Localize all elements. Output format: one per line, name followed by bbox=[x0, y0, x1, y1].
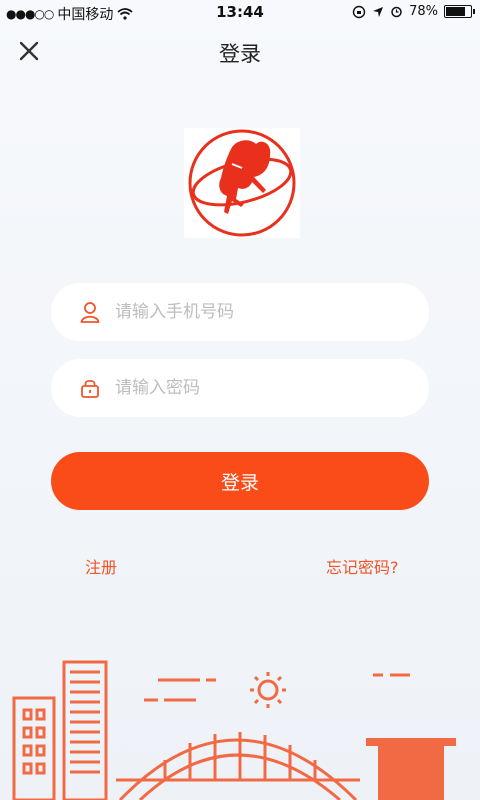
forgot-password-link[interactable]: 忘记密码? bbox=[326, 554, 399, 578]
password-field[interactable] bbox=[51, 359, 429, 417]
app-logo bbox=[184, 128, 300, 238]
lock-icon bbox=[81, 379, 99, 398]
city-illustration bbox=[12, 660, 456, 800]
status-right: 78% bbox=[352, 4, 475, 19]
location-icon bbox=[373, 6, 384, 17]
rotation-lock-icon bbox=[352, 5, 366, 18]
page-title: 登录 bbox=[219, 42, 261, 66]
battery-icon bbox=[444, 5, 475, 18]
register-link[interactable]: 注册 bbox=[85, 554, 117, 578]
alarm-icon bbox=[391, 6, 402, 18]
phone-input[interactable] bbox=[113, 301, 407, 323]
login-button[interactable]: 登录 bbox=[51, 452, 429, 510]
password-input[interactable] bbox=[113, 377, 407, 399]
phone-field[interactable] bbox=[51, 283, 429, 341]
nav-bar: 登录 bbox=[0, 30, 480, 74]
battery-percent: 78% bbox=[409, 4, 438, 19]
user-icon bbox=[80, 302, 100, 323]
battery-level bbox=[446, 7, 465, 16]
status-bar: ●●●○○ 中国移动 13:44 78% bbox=[0, 0, 480, 26]
